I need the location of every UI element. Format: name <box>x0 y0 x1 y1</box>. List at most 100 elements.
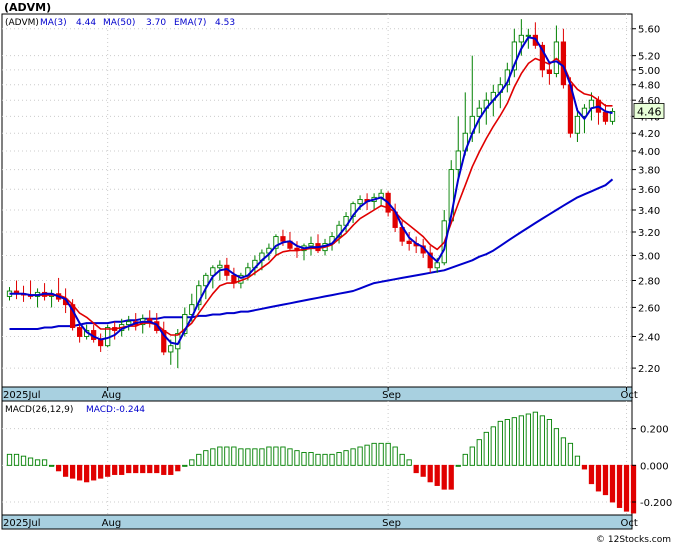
macd-bar-positive <box>525 413 531 466</box>
macd-bar-positive <box>357 446 363 466</box>
macd-bar-negative <box>616 464 623 508</box>
macd-bar-negative <box>55 464 62 472</box>
candle-body-up <box>217 264 223 269</box>
macd-bar-positive <box>329 453 335 466</box>
macd-bar-negative <box>581 464 588 470</box>
price-y-tick-label: 2.60 <box>638 303 660 314</box>
price-y-tick-label: 2.80 <box>638 277 660 288</box>
last-price-label: 4.46 <box>637 105 662 118</box>
macd-bar-negative <box>98 464 104 479</box>
macd-bar-positive <box>224 446 230 466</box>
macd-bar-negative <box>427 464 433 483</box>
macd-bar-positive <box>553 428 560 466</box>
macd-bar-positive <box>539 415 546 466</box>
legend-ema7-value: 4.53 <box>215 18 235 28</box>
macd-bar-negative <box>140 464 146 474</box>
macd-bar-positive <box>182 464 188 467</box>
macd-bar-negative <box>147 464 153 474</box>
x-axis-label: 2025Jul <box>3 390 41 401</box>
macd-bar-negative <box>595 464 602 492</box>
macd-bar-negative <box>105 464 111 477</box>
macd-bar-negative <box>413 464 419 474</box>
price-y-tick-label: 3.40 <box>638 206 660 217</box>
price-y-tick-label: 3.80 <box>638 166 660 177</box>
macd-y-tick-label: 0.000 <box>640 461 669 472</box>
candle-body-down <box>602 111 609 122</box>
macd-bar-positive <box>27 457 34 466</box>
price-y-tick-label: 4.00 <box>638 147 660 158</box>
macd-bar-positive <box>203 450 209 466</box>
watermark: © 12Stocks.com <box>596 535 671 545</box>
legend-ma3-label: MA(3) <box>40 18 67 28</box>
macd-bar-negative <box>161 464 167 475</box>
legend-ticker: (ADVM) <box>5 18 39 28</box>
macd-bar-positive <box>490 426 496 466</box>
x-axis-label: Aug <box>102 390 122 401</box>
macd-y-tick-label: -0.200 <box>640 498 672 509</box>
macd-bar-negative <box>62 464 69 477</box>
price-y-tick-label: 2.40 <box>638 332 660 343</box>
macd-bar-positive <box>399 453 405 466</box>
macd-bar-negative <box>609 464 616 503</box>
macd-bar-positive <box>532 411 538 466</box>
macd-bar-positive <box>20 455 27 466</box>
macd-bar-positive <box>483 431 489 466</box>
macd-bar-positive <box>266 446 272 466</box>
macd-bar-positive <box>196 453 202 466</box>
macd-bar-positive <box>406 459 412 466</box>
price-y-tick-label: 3.00 <box>638 251 660 262</box>
macd-bar-positive <box>210 448 216 466</box>
chart-title: (ADVM) <box>4 1 51 14</box>
candle-body-up <box>455 150 461 171</box>
macd-bar-positive <box>364 444 370 466</box>
macd-bar-positive <box>315 453 321 466</box>
macd-bar-negative <box>602 464 609 496</box>
price-legend: (ADVM) MA(3) 4.44 MA(50) 3.70 EMA(7) 4.5… <box>5 18 235 28</box>
macd-bar-positive <box>238 448 244 466</box>
macd-bar-positive <box>476 439 482 466</box>
macd-bar-positive <box>294 450 300 466</box>
macd-bar-positive <box>469 446 475 466</box>
last-price-box: 4.46 <box>633 103 665 119</box>
x-axis-label: 2025Jul <box>3 518 41 529</box>
macd-bar-positive <box>259 448 265 466</box>
macd-bar-positive <box>308 452 314 466</box>
x-axis-label: Oct <box>621 518 638 529</box>
x-axis-label: Sep <box>382 390 401 401</box>
price-y-tick-label: 3.60 <box>638 185 660 196</box>
price-y-tick-label: 4.80 <box>638 81 660 92</box>
macd-bar-negative <box>76 464 83 481</box>
macd-bar-positive <box>392 446 398 466</box>
macd-bar-negative <box>434 464 440 486</box>
macd-bar-positive <box>231 446 237 466</box>
macd-bar-negative <box>84 464 90 483</box>
candle-body-down <box>280 236 286 242</box>
candle-body-up <box>525 34 531 37</box>
macd-bar-positive <box>245 448 251 466</box>
macd-bar-positive <box>336 452 342 466</box>
macd-bar-negative <box>91 464 97 481</box>
price-y-tick-label: 5.20 <box>638 52 660 63</box>
x-axis-label: Sep <box>382 518 401 529</box>
macd-bar-negative <box>630 464 637 514</box>
macd-bar-positive <box>378 442 384 466</box>
macd-bar-positive <box>48 464 55 467</box>
legend-ema7-label: EMA(7) <box>174 18 206 28</box>
macd-bar-negative <box>69 464 76 479</box>
macd-bar-positive <box>518 415 524 466</box>
stock-chart: 2.20 2.40 2.60 2.80 3.00 3.20 3.40 3.60 3.80 4.00… <box>0 0 680 546</box>
macd-bar-negative <box>441 464 447 490</box>
macd-bar-positive <box>462 453 468 466</box>
candle-body-up <box>574 115 581 134</box>
price-y-tick-label: 4.20 <box>638 129 660 140</box>
candle-body-down <box>76 327 83 337</box>
macd-bar-positive <box>217 446 223 466</box>
chart-svg: 2.20 2.40 2.60 2.80 3.00 3.20 3.40 3.60 3.80 4.00… <box>0 0 680 546</box>
macd-bar-negative <box>448 464 454 490</box>
macd-bar-positive <box>350 448 356 466</box>
macd-bar-positive <box>41 459 48 466</box>
macd-y-tick-label: 0.200 <box>640 425 669 436</box>
candle-body-up <box>357 199 363 205</box>
macd-bar-positive <box>343 450 349 466</box>
price-y-tick-label: 5.60 <box>638 25 660 36</box>
